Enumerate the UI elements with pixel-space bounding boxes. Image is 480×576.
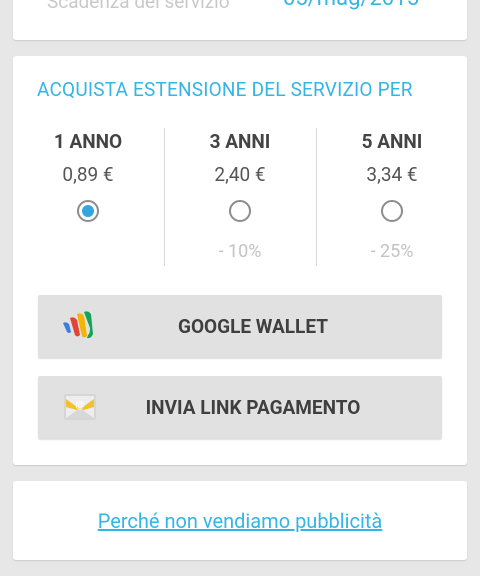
service-expiry-card: Scadenza del servizio 05/mag/2015 (13, 0, 467, 40)
purchase-title: ACQUISTA ESTENSIONE DEL SERVIZIO PER (37, 78, 413, 101)
option-discount: - 10% (218, 241, 262, 262)
expiry-label: Scadenza del servizio (47, 0, 230, 13)
purchase-extension-card: ACQUISTA ESTENSIONE DEL SERVIZIO PER 1 A… (13, 56, 467, 465)
why-no-ads-link[interactable]: Perché non vendiamo pubblicità (13, 509, 467, 533)
send-payment-link-label: INVIA LINK PAGAMENTO (145, 396, 361, 419)
option-radio-1-year[interactable] (77, 200, 99, 222)
option-duration: 5 ANNI (361, 130, 423, 153)
expiry-value: 05/mag/2015 (283, 0, 419, 11)
option-discount: - 25% (370, 241, 414, 262)
option-1-year[interactable]: 1 ANNO 0,89 € (13, 128, 163, 264)
option-price: 3,34 € (366, 163, 418, 186)
option-5-years[interactable]: 5 ANNI 3,34 € - 25% (317, 128, 467, 264)
info-card: Perché non vendiamo pubblicità (13, 481, 467, 560)
google-wallet-button[interactable]: GOOGLE WALLET (38, 295, 442, 357)
option-price: 2,40 € (214, 163, 266, 186)
option-3-years[interactable]: 3 ANNI 2,40 € - 10% (165, 128, 315, 264)
option-price: 0,89 € (62, 163, 114, 186)
option-discount (13, 240, 163, 264)
send-payment-link-button[interactable]: @ INVIA LINK PAGAMENTO (38, 376, 442, 438)
option-duration: 1 ANNO (53, 130, 123, 153)
option-radio-5-years[interactable] (381, 200, 403, 222)
option-radio-3-years[interactable] (229, 200, 251, 222)
option-duration: 3 ANNI (209, 130, 271, 153)
google-wallet-label: GOOGLE WALLET (178, 315, 328, 338)
